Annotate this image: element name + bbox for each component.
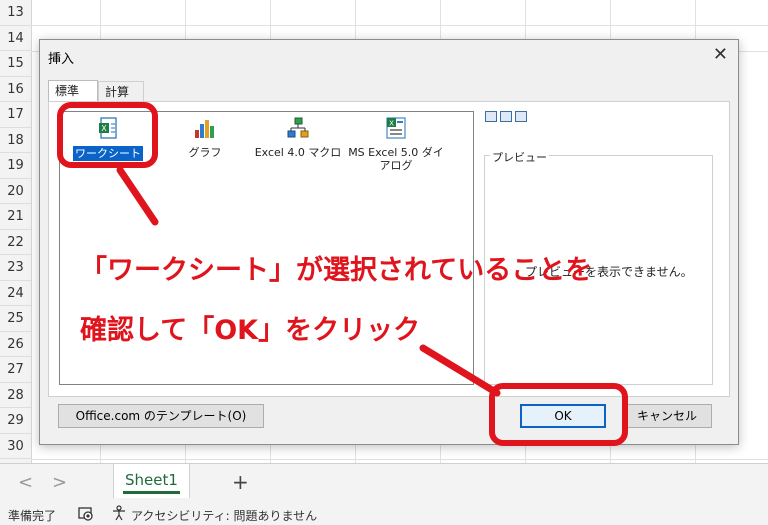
arrow-to-ok (419, 344, 501, 397)
arrow-to-worksheet (116, 166, 159, 226)
instruction-line-1: 「ワークシート」が選択されていることを (80, 255, 593, 286)
instruction-line-2: 確認して「OK」をクリック (80, 315, 421, 346)
